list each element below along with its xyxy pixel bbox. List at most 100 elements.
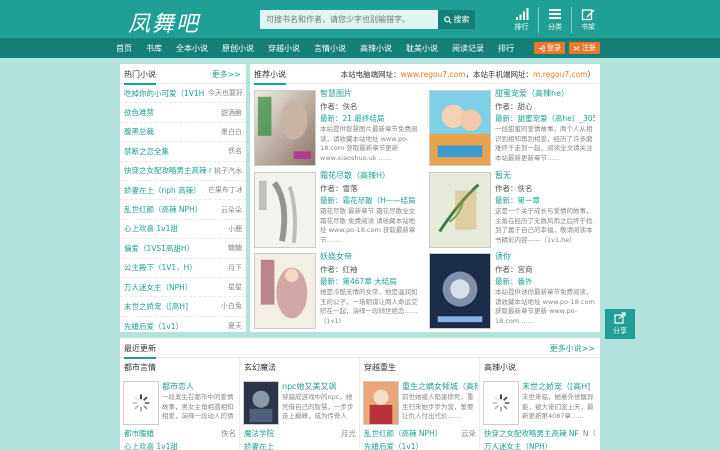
category-title[interactable]: 玄幻魔法: [244, 362, 276, 373]
list-item[interactable]: 公主殿下（1V1，H） 月下: [120, 259, 246, 278]
nav-item[interactable]: 耽美小说: [406, 43, 438, 54]
site-logo[interactable]: 凤舞吧: [128, 6, 200, 38]
search-button[interactable]: 搜索: [438, 10, 475, 29]
list-item[interactable]: 乱世红颜（高辣 NPH） 云朵: [364, 428, 476, 439]
header-rank-link[interactable]: 排行: [505, 7, 538, 33]
list-item-title[interactable]: 乱世红颜（高辣 NPH）: [364, 428, 442, 439]
book-cover[interactable]: [429, 253, 491, 329]
book-cover[interactable]: [254, 90, 316, 166]
book-cover[interactable]: [254, 172, 316, 248]
category-title[interactable]: 都市言情: [124, 362, 156, 373]
nav-item[interactable]: 阅读记录: [452, 43, 484, 54]
list-item-title[interactable]: 禁断之恋全集: [124, 146, 169, 157]
book-title[interactable]: 诱你: [495, 251, 511, 262]
book-card[interactable]: 诱你 作者：宫商 最新：番外 本站提供诱你最新章节免费阅读，请收藏本站地址 ww…: [425, 251, 597, 331]
list-item-title[interactable]: 末世之娇宠（[高H]: [124, 301, 188, 312]
nav-item[interactable]: 书库: [146, 43, 162, 54]
book-title[interactable]: 都市恋人: [162, 381, 194, 392]
category-title[interactable]: 穿越重生: [364, 362, 396, 373]
book-title[interactable]: 重生之嫡女倾城（高辣）: [402, 381, 478, 392]
nav-item[interactable]: 首页: [116, 43, 132, 54]
book-latest-chapter[interactable]: 最新：霜花尽散（H——结局: [320, 195, 416, 206]
list-item[interactable]: 禁断之恋全集 佚名: [120, 142, 246, 162]
book-card[interactable]: 甜蜜宠爱（高辣he） 作者：甜心 最新：甜蜜宠爱（高he）_305 一段甜蜜的爱…: [425, 88, 597, 168]
list-item-title[interactable]: 都市暖婚: [124, 428, 154, 439]
list-item[interactable]: 心上欢喜 1v1甜: [124, 441, 236, 450]
list-item[interactable]: 末世之娇宠（[高H] 小白兔: [120, 297, 246, 317]
list-item[interactable]: 都市暖婚 佚名: [124, 428, 236, 439]
list-item[interactable]: 万人迷女主（NPH）: [484, 441, 596, 450]
list-item[interactable]: 心上欢喜 1v1甜 小鹿: [120, 220, 246, 240]
header-category-link[interactable]: 分类: [538, 7, 571, 33]
book-title[interactable]: npc她又美又飒: [282, 381, 337, 392]
list-item[interactable]: 魔法学院 月光: [244, 428, 356, 439]
list-item-title[interactable]: 心上欢喜 1v1甜: [124, 223, 178, 234]
book-card[interactable]: 智慧图片 作者：佚名 最新：21.最终结局 本站提供智慧图片最新章节免费阅读，请…: [250, 88, 422, 168]
list-item[interactable]: 吃掉你的小可爱（1V1H 今天也要好好吃饭: [120, 84, 246, 104]
book-latest-chapter[interactable]: 最新：第467章 大结局: [320, 276, 397, 287]
list-item[interactable]: 先婚后爱（1v1）: [364, 441, 476, 450]
book-title[interactable]: 暂无: [495, 170, 511, 181]
list-item-title[interactable]: 乱世红颜（高辣 NPH）: [124, 204, 202, 215]
list-item-title[interactable]: 欲色难禁: [124, 107, 154, 118]
nav-item[interactable]: 排行: [498, 43, 514, 54]
book-latest-chapter[interactable]: 最新：21.最终结局: [320, 113, 384, 124]
recent-updates-more-link[interactable]: 更多小说>>: [550, 343, 595, 354]
book-title[interactable]: 甜蜜宠爱（高辣he）: [495, 88, 569, 99]
list-item-title[interactable]: 魔法学院: [244, 428, 274, 439]
book-card[interactable]: 暂无 作者：佚名 最新：第一章 这是一个关于成长与爱情的故事，主角在经历了无数风…: [425, 170, 597, 250]
login-button[interactable]: 登录: [534, 42, 565, 54]
book-cover[interactable]: [243, 381, 279, 425]
book-latest-chapter[interactable]: 最新：第一章: [495, 195, 540, 206]
list-item-title[interactable]: 先婚后爱（1v1）: [364, 441, 423, 450]
list-item[interactable]: 娇妻在上（nph 高辣） 芒果布丁冰沙: [120, 181, 246, 201]
list-item-title[interactable]: 腹黑总裁: [124, 126, 154, 137]
book-latest-chapter[interactable]: 最新：甜蜜宠爱（高he）_305: [495, 113, 595, 124]
search-input[interactable]: [260, 10, 438, 29]
register-button[interactable]: 注册: [569, 42, 600, 54]
category-title[interactable]: 高辣小说: [484, 362, 516, 373]
list-item[interactable]: 娇妻在上: [244, 441, 356, 450]
list-item-title[interactable]: 娇妻在上（nph 高辣）: [124, 185, 201, 196]
book-title[interactable]: 末世之娇宠（[高H]: [522, 381, 590, 392]
list-item[interactable]: 快穿之女配攻略男主高辣 NP（ N（: [484, 428, 596, 439]
header-bookshelf-link[interactable]: 书架: [571, 7, 604, 33]
list-item-title[interactable]: 快穿之女配攻略男主高辣 np （h）: [124, 165, 212, 176]
nav-item[interactable]: 高辣小说: [360, 43, 392, 54]
share-button[interactable]: 分享: [605, 309, 635, 339]
list-item[interactable]: 快穿之女配攻略男主高辣 np （h）桃子汽水: [120, 162, 246, 181]
hot-novels-more-link[interactable]: 更多>>: [212, 69, 241, 80]
book-title[interactable]: 霜花尽散（高辣H）: [320, 170, 390, 181]
list-item[interactable]: 腹黑总裁 墨白白: [120, 123, 246, 143]
book-title[interactable]: 智慧图片: [320, 88, 352, 99]
notice-mobile-url[interactable]: m.regou7.com: [533, 70, 588, 79]
nav-item[interactable]: 穿越小说: [268, 43, 300, 54]
book-latest-chapter[interactable]: 最新：番外: [495, 276, 533, 287]
list-item-title[interactable]: 快穿之女配攻略男主高辣 NP（: [484, 428, 578, 439]
list-item[interactable]: 欲色难禁 甜酒酿: [120, 103, 246, 123]
list-item[interactable]: 万人迷女主（NPH） 星星: [120, 278, 246, 298]
nav-item[interactable]: 言情小说: [314, 43, 346, 54]
book-cover[interactable]: [429, 90, 491, 166]
book-card[interactable]: 妖娆女帝 作者：红袖 最新：第467章 大结局 她是冷酷无情的女帝，他是温润如玉…: [250, 251, 422, 331]
list-item[interactable]: 先婚后爱（1v1） 夏天: [120, 317, 246, 336]
book-cover-loading[interactable]: [123, 381, 159, 425]
list-item-title[interactable]: 万人迷女主（NPH）: [124, 282, 192, 293]
list-item-title[interactable]: 偏爱（1VS1高甜H）: [124, 243, 194, 254]
book-cover[interactable]: [254, 253, 316, 329]
list-item[interactable]: 偏爱（1VS1高甜H） 糖糖: [120, 239, 246, 259]
list-item-title[interactable]: 万人迷女主（NPH）: [484, 441, 552, 450]
book-cover[interactable]: [363, 381, 399, 425]
list-item-title[interactable]: 吃掉你的小可爱（1V1H: [124, 88, 204, 99]
book-card[interactable]: 霜花尽散（高辣H） 作者：雪落 最新：霜花尽散（H——结局 霜花尽散 最新章节 …: [250, 170, 422, 250]
book-cover[interactable]: [429, 172, 491, 248]
nav-item[interactable]: 全本小说: [176, 43, 208, 54]
list-item-title[interactable]: 心上欢喜 1v1甜: [124, 441, 178, 450]
list-item-title[interactable]: 公主殿下（1V1，H）: [124, 262, 197, 273]
nav-item[interactable]: 原创小说: [222, 43, 254, 54]
book-cover-loading[interactable]: [483, 381, 519, 425]
list-item-title[interactable]: 先婚后爱（1v1）: [124, 321, 183, 332]
list-item-title[interactable]: 娇妻在上: [244, 441, 274, 450]
notice-desktop-url[interactable]: www.regou7.com: [401, 70, 466, 79]
list-item[interactable]: 乱世红颜（高辣 NPH） 云朵朵: [120, 200, 246, 220]
